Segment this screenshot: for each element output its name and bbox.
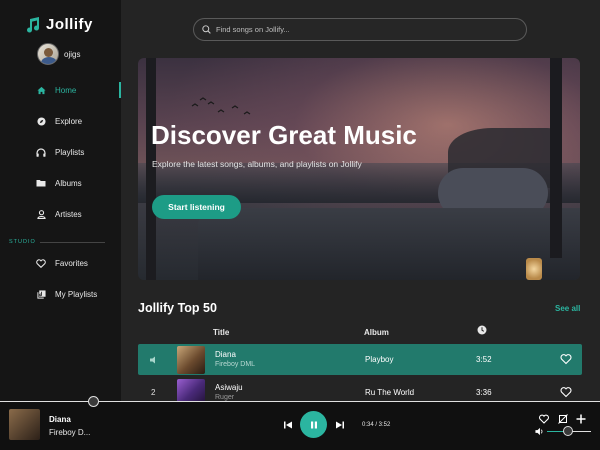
music-note-icon: [27, 16, 40, 33]
player-bar: Diana Fireboy D... 0:34 / 3:52: [0, 402, 600, 450]
logo[interactable]: Jollify: [26, 16, 93, 33]
avatar: [37, 43, 59, 65]
home-icon: [36, 85, 46, 95]
column-header-title: Title: [213, 328, 230, 337]
sidebar-item-albums[interactable]: Albums: [0, 173, 121, 193]
add-icon[interactable]: [576, 414, 586, 424]
sidebar-item-favorites[interactable]: Favorites: [0, 253, 121, 273]
search-input[interactable]: [216, 25, 506, 34]
divider: [40, 242, 105, 243]
heart-icon: [36, 258, 46, 268]
now-playing-artist[interactable]: Fireboy D...: [49, 428, 90, 437]
hero-image-lamp: [526, 258, 542, 280]
hero-title: Discover Great Music: [151, 120, 417, 150]
hero-image-window-frame: [146, 58, 156, 280]
username: ojigs: [64, 49, 81, 59]
hero-image-window-frame: [550, 58, 562, 258]
speaker-icon: [150, 356, 155, 364]
start-listening-button[interactable]: Start listening: [152, 195, 241, 219]
hero-subtitle: Explore the latest songs, albums, and pl…: [152, 159, 362, 169]
sidebar-item-label: Playlists: [55, 147, 85, 157]
pause-button[interactable]: [300, 411, 327, 438]
hero-banner: Discover Great Music Explore the latest …: [138, 58, 580, 280]
sidebar-item-label: My Playlists: [55, 289, 98, 299]
playlist-icon: [36, 289, 46, 299]
sidebar-item-label: Favorites: [55, 258, 88, 268]
headphones-icon: [36, 147, 46, 157]
track-title[interactable]: Diana: [215, 350, 236, 359]
next-icon[interactable]: [335, 420, 345, 430]
clock-icon: [477, 325, 487, 337]
track-duration: 3:36: [476, 388, 492, 397]
user-profile[interactable]: ojigs: [37, 43, 80, 65]
sidebar-item-playlists[interactable]: Playlists: [0, 142, 121, 162]
user-icon: [36, 209, 46, 219]
previous-icon[interactable]: [283, 420, 293, 430]
now-playing-title[interactable]: Diana: [49, 415, 71, 424]
app-root: Jollify ojigs Home Explore Playlists Alb…: [0, 0, 600, 450]
sidebar-item-label: Explore: [55, 116, 83, 126]
track-album[interactable]: Playboy: [365, 355, 393, 364]
app-name: Jollify: [46, 16, 93, 33]
sidebar-item-label: Home: [55, 85, 77, 95]
studio-heading: STUDIO: [9, 239, 36, 245]
search-icon: [202, 25, 211, 34]
heart-icon[interactable]: [560, 353, 572, 365]
pause-icon: [310, 421, 317, 428]
folder-icon: [36, 178, 46, 188]
track-artist[interactable]: Ruger: [215, 394, 234, 401]
sidebar-item-label: Albums: [55, 178, 82, 188]
track-duration: 3:52: [476, 355, 492, 364]
table-row[interactable]: Diana Fireboy DML Playboy 3:52: [138, 344, 582, 375]
now-playing-art: [9, 409, 40, 440]
sidebar-item-home[interactable]: Home: [0, 80, 121, 100]
track-title[interactable]: Asiwaju: [215, 383, 243, 392]
see-all-link[interactable]: See all: [555, 304, 580, 313]
playback-time: 0:34 / 3:52: [362, 422, 391, 428]
volume-handle[interactable]: [563, 426, 573, 436]
heart-icon[interactable]: [539, 414, 549, 424]
search-bar[interactable]: [193, 18, 527, 41]
sidebar-item-artistes[interactable]: Artistes: [0, 204, 121, 224]
progress-handle[interactable]: [88, 396, 99, 407]
sidebar-item-explore[interactable]: Explore: [0, 111, 121, 131]
sidebar-item-label: Artistes: [55, 209, 82, 219]
compass-icon: [36, 116, 46, 126]
hide-queue-icon[interactable]: [558, 414, 568, 424]
hero-image-bed: [198, 208, 580, 280]
heart-icon[interactable]: [560, 386, 572, 398]
volume-icon[interactable]: [535, 427, 544, 436]
column-header-album: Album: [364, 328, 389, 337]
main-content: Discover Great Music Explore the latest …: [121, 0, 600, 407]
track-number: 2: [151, 388, 156, 397]
track-album[interactable]: Ru The World: [365, 388, 414, 397]
section-title: Jollify Top 50: [138, 301, 217, 315]
album-art: [177, 346, 205, 374]
sidebar-item-my-playlists[interactable]: My Playlists: [0, 284, 121, 304]
sidebar: Jollify ojigs Home Explore Playlists Alb…: [0, 0, 121, 402]
track-artist[interactable]: Fireboy DML: [215, 361, 255, 368]
